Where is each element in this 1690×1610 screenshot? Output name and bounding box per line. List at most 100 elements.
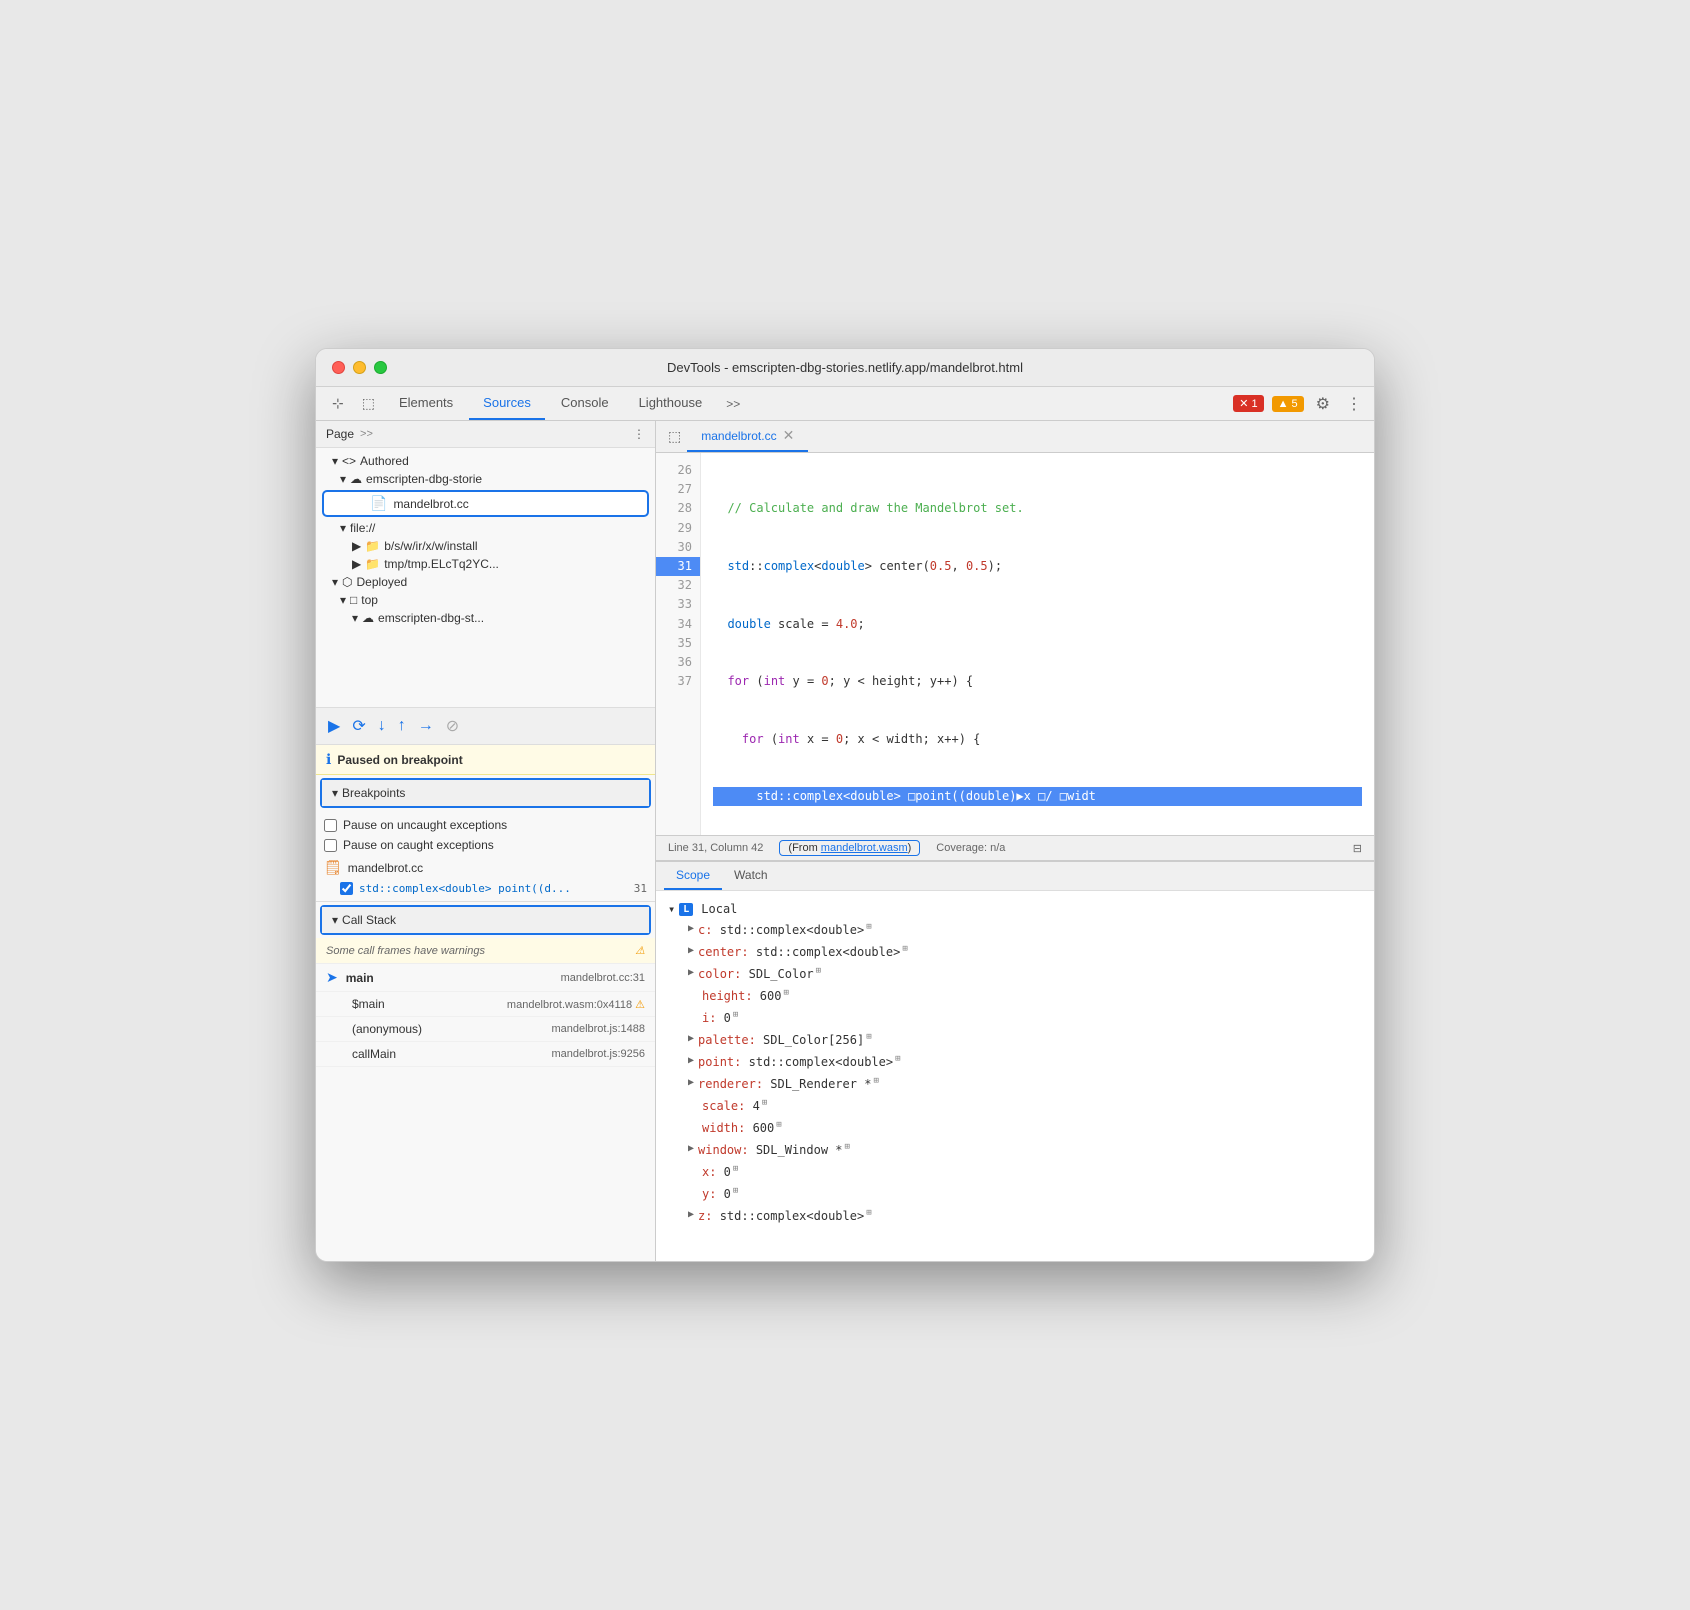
- code-line-30: for (int x = 0; x < width; x++) {: [713, 730, 1362, 749]
- scope-local-text: Local: [701, 902, 737, 916]
- arrow-icon: ▾: [340, 472, 346, 486]
- bp-filename: mandelbrot.cc: [348, 861, 423, 875]
- prop-name-center: center:: [698, 943, 749, 961]
- tree-item-tmp[interactable]: ▶ 📁 tmp/tmp.ELcTq2YC...: [316, 555, 655, 573]
- sidebar-header: Page >> ⋮: [316, 421, 655, 448]
- tab-sources[interactable]: Sources: [469, 387, 545, 420]
- prop-name-c: c:: [698, 921, 712, 939]
- callstack-header[interactable]: ▾ Call Stack: [322, 907, 649, 933]
- sidebar-more-icon[interactable]: ⋮: [633, 427, 645, 441]
- devtools-tab-bar: ⊹ ⬚ Elements Sources Console Lighthouse …: [316, 387, 1374, 421]
- wasm-memory-icon: ⊞: [776, 1119, 781, 1133]
- code-line-29: for (int y = 0; y < height; y++) {: [713, 672, 1362, 691]
- bp-entry-row[interactable]: std::complex<double> point((d... 31: [324, 880, 647, 897]
- pause-caught-row[interactable]: Pause on caught exceptions: [324, 835, 647, 855]
- settings-icon[interactable]: ⚙: [1312, 390, 1334, 418]
- editor-tab-mandelbrot[interactable]: mandelbrot.cc ✕: [687, 421, 808, 452]
- deactivate-button[interactable]: ⊘: [444, 714, 461, 738]
- pause-uncaught-row[interactable]: Pause on uncaught exceptions: [324, 815, 647, 835]
- prop-name-color: color:: [698, 965, 741, 983]
- traffic-lights: [332, 361, 387, 374]
- error-count: 1: [1252, 398, 1258, 410]
- tree-label: Authored: [360, 454, 409, 468]
- tree-item-deployed[interactable]: ▾ ⬡ Deployed: [316, 573, 655, 591]
- scope-item-point[interactable]: ▶ point: std::complex<double> ⊞: [668, 1051, 1362, 1073]
- prop-name-width: width:: [702, 1119, 745, 1137]
- device-icon[interactable]: ⬚: [354, 387, 383, 420]
- wasm-memory-icon: ⊞: [733, 1009, 738, 1023]
- tab-overflow[interactable]: >>: [718, 391, 748, 417]
- resume-button[interactable]: ▶: [326, 714, 342, 738]
- scope-item-renderer[interactable]: ▶ renderer: SDL_Renderer * ⊞: [668, 1073, 1362, 1095]
- expand-icon[interactable]: ▶: [688, 1207, 694, 1222]
- toggle-sidebar-button[interactable]: ⬚: [662, 422, 687, 451]
- frame-name-anonymous: (anonymous): [352, 1022, 543, 1036]
- pause-uncaught-label: Pause on uncaught exceptions: [343, 818, 507, 832]
- minimize-button[interactable]: [353, 361, 366, 374]
- tab-elements[interactable]: Elements: [385, 387, 467, 420]
- call-frame-main[interactable]: ➤ main mandelbrot.cc:31: [316, 964, 655, 992]
- scope-item-palette[interactable]: ▶ palette: SDL_Color[256] ⊞: [668, 1029, 1362, 1051]
- tree-item-authored[interactable]: ▾ <> Authored: [316, 452, 655, 470]
- close-button[interactable]: [332, 361, 345, 374]
- breakpoints-header[interactable]: ▾ Breakpoints: [322, 780, 649, 806]
- breakpoints-body: Pause on uncaught exceptions Pause on ca…: [316, 811, 655, 901]
- call-frame-smain[interactable]: $main mandelbrot.wasm:0x4118 ⚠: [316, 992, 655, 1017]
- step-into-button[interactable]: ↓: [376, 715, 388, 737]
- expand-icon[interactable]: ▶: [688, 921, 694, 936]
- line-num-27: 27: [656, 480, 700, 499]
- pause-uncaught-checkbox[interactable]: [324, 819, 337, 832]
- call-frame-callmain[interactable]: callMain mandelbrot.js:9256: [316, 1042, 655, 1067]
- drawer-icon[interactable]: ⊟: [1353, 842, 1362, 855]
- maximize-button[interactable]: [374, 361, 387, 374]
- pause-caught-checkbox[interactable]: [324, 839, 337, 852]
- expand-icon[interactable]: ▶: [688, 943, 694, 958]
- scope-item-z[interactable]: ▶ z: std::complex<double> ⊞: [668, 1205, 1362, 1227]
- step-out-button[interactable]: ↑: [396, 715, 408, 737]
- call-frame-anonymous[interactable]: (anonymous) mandelbrot.js:1488: [316, 1017, 655, 1042]
- more-options-icon[interactable]: ⋮: [1342, 390, 1366, 418]
- arrow-icon: ▾: [352, 611, 358, 625]
- line-num-32: 32: [656, 576, 700, 595]
- scope-tab-watch[interactable]: Watch: [722, 862, 780, 890]
- wasm-link[interactable]: mandelbrot.wasm: [821, 842, 908, 854]
- arrow-icon: ▾: [332, 454, 338, 468]
- close-tab-icon[interactable]: ✕: [783, 427, 795, 444]
- prop-value-i: 0: [716, 1009, 730, 1027]
- prop-value-width: 600: [745, 1119, 774, 1137]
- scope-item-color[interactable]: ▶ color: SDL_Color ⊞: [668, 963, 1362, 985]
- wasm-memory-icon: ⊞: [816, 965, 821, 979]
- tree-item-emscripten-cloud[interactable]: ▾ ☁ emscripten-dbg-storie: [316, 470, 655, 488]
- tree-item-bsw[interactable]: ▶ 📁 b/s/w/ir/x/w/install: [316, 537, 655, 555]
- scope-item-center[interactable]: ▶ center: std::complex<double> ⊞: [668, 941, 1362, 963]
- frame-location-callmain: mandelbrot.js:9256: [551, 1048, 645, 1060]
- tab-console[interactable]: Console: [547, 387, 623, 420]
- line-num-36: 36: [656, 653, 700, 672]
- error-badge: ✕ 1: [1233, 395, 1263, 412]
- scope-item-window[interactable]: ▶ window: SDL_Window * ⊞: [668, 1139, 1362, 1161]
- code-content[interactable]: // Calculate and draw the Mandelbrot set…: [701, 453, 1374, 835]
- expand-icon[interactable]: ▶: [688, 1053, 694, 1068]
- expand-icon[interactable]: ▶: [688, 1075, 694, 1090]
- step-over-button[interactable]: ⟳: [350, 714, 367, 738]
- tree-item-mandelbrot-cc[interactable]: 📄 mandelbrot.cc: [322, 490, 649, 517]
- tree-item-emscripten-deployed[interactable]: ▾ ☁ emscripten-dbg-st...: [316, 609, 655, 627]
- step-button[interactable]: →: [416, 715, 436, 737]
- sidebar-header-overflow[interactable]: >>: [360, 428, 373, 440]
- callstack-section: ▾ Call Stack Some call frames have warni…: [316, 902, 655, 1261]
- folder-icon: 📁: [365, 557, 380, 571]
- tab-lighthouse[interactable]: Lighthouse: [625, 387, 717, 420]
- bp-checkbox[interactable]: [340, 882, 353, 895]
- scope-tab-scope[interactable]: Scope: [664, 862, 722, 890]
- scope-item-c[interactable]: ▶ c: std::complex<double> ⊞: [668, 919, 1362, 941]
- cursor-icon[interactable]: ⊹: [324, 387, 352, 420]
- prop-value-color: SDL_Color: [741, 965, 813, 983]
- tree-item-file[interactable]: ▾ file://: [316, 519, 655, 537]
- scope-local-header[interactable]: ▾ L Local: [668, 899, 1362, 919]
- expand-icon[interactable]: ▶: [688, 1031, 694, 1046]
- prop-name-i: i:: [702, 1009, 716, 1027]
- expand-icon[interactable]: ▶: [688, 1141, 694, 1156]
- expand-icon[interactable]: ▶: [688, 965, 694, 980]
- callstack-warning-text: Some call frames have warnings: [326, 945, 631, 957]
- tree-item-top[interactable]: ▾ □ top: [316, 591, 655, 609]
